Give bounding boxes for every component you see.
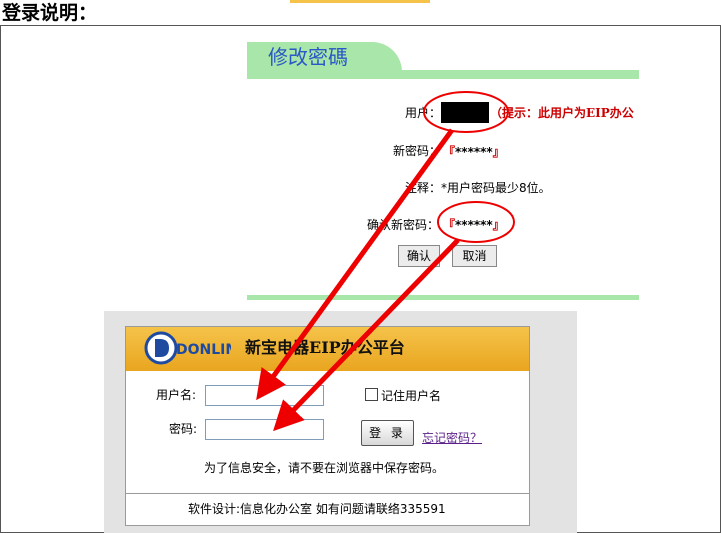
- login-divider: [126, 493, 529, 494]
- remember-label: 记住用户名: [381, 389, 442, 403]
- user-label: 用户：: [405, 106, 442, 120]
- confirm-password-label: 确认新密码：: [367, 218, 440, 232]
- forgot-password-link[interactable]: 忘记密码？: [422, 430, 482, 446]
- login-footer: 软件设计:信息化办公室 如有问题请联络335591: [188, 502, 446, 516]
- password-label: 密码:: [169, 422, 198, 436]
- confirm-button[interactable]: 确认: [398, 245, 440, 267]
- password-note: 注释：*用户密码最少8位。: [405, 181, 551, 195]
- logo-d-mark: [155, 339, 169, 357]
- username-input[interactable]: [205, 385, 324, 406]
- confirm-password-field[interactable]: 『******』: [443, 217, 505, 233]
- bottom-divider: [247, 295, 639, 300]
- change-password-title: 修改密碼: [268, 45, 348, 69]
- login-button[interactable]: 登 录: [361, 420, 414, 446]
- user-hint: （提示：此用户为EIP办公: [490, 106, 634, 120]
- page-title: 登录说明：: [2, 2, 98, 24]
- new-password-field[interactable]: 『******』: [443, 144, 505, 160]
- top-divider: [247, 70, 639, 79]
- logo-wordmark: DONLIM: [176, 342, 231, 358]
- login-title: 新宝电器EIP办公平台: [245, 338, 405, 357]
- security-notice: 为了信息安全，请不要在浏览器中保存密码。: [204, 461, 445, 475]
- redacted-username: [441, 102, 489, 123]
- donlim-logo: DONLIM: [144, 331, 231, 365]
- new-password-label: 新密码：: [393, 144, 442, 158]
- cancel-button[interactable]: 取消: [452, 245, 497, 267]
- username-label: 用户名:: [156, 388, 197, 402]
- password-input[interactable]: [205, 419, 324, 440]
- top-strip: [290, 0, 430, 3]
- remember-checkbox[interactable]: [365, 388, 378, 401]
